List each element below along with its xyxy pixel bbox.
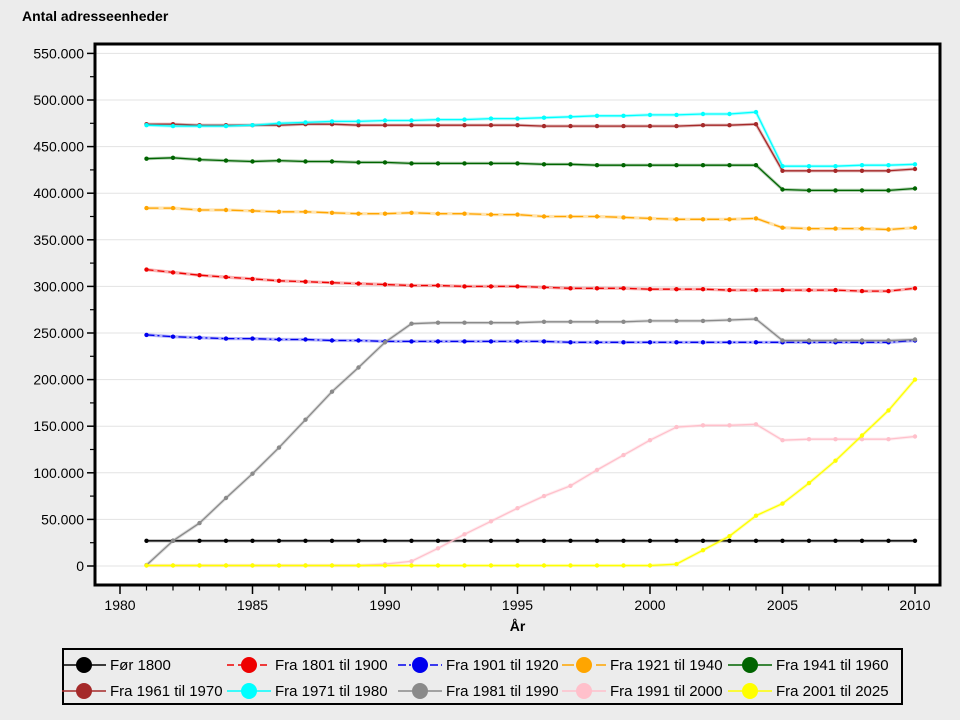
svg-text:1990: 1990 [369, 597, 400, 613]
legend-marker-icon [562, 654, 606, 676]
legend-marker-icon [398, 654, 442, 676]
svg-text:50.000: 50.000 [41, 511, 84, 527]
legend-marker-icon [562, 680, 606, 702]
svg-text:250.000: 250.000 [33, 325, 84, 341]
legend-marker-icon [62, 654, 106, 676]
svg-text:350.000: 350.000 [33, 232, 84, 248]
svg-text:300.000: 300.000 [33, 278, 84, 294]
svg-text:1980: 1980 [104, 597, 135, 613]
svg-text:150.000: 150.000 [33, 418, 84, 434]
legend-item-fra-1901-til-1920: Fra 1901 til 1920 [398, 653, 559, 677]
line-chart: 0 50.000 100.000 150.000 200.000 250.000 300.0… [0, 0, 960, 648]
legend-item-fra-1981-til-1990: Fra 1981 til 1990 [398, 679, 559, 703]
legend-label: Fra 1981 til 1990 [446, 683, 559, 700]
legend-item-fra-1961-til-1970: Fra 1961 til 1970 [62, 679, 223, 703]
legend-label: Fra 1991 til 2000 [610, 683, 723, 700]
legend-item-fra-1941-til-1960: Fra 1941 til 1960 [728, 653, 889, 677]
legend-label: Fra 1901 til 1920 [446, 657, 559, 674]
legend-label: Fra 1941 til 1960 [776, 657, 889, 674]
legend-item-f-r-1800: Før 1800 [62, 653, 171, 677]
svg-text:1995: 1995 [502, 597, 533, 613]
x-axis: 1980 1985 1990 1995 2000 2005 2010 [104, 585, 930, 613]
legend-label: Fra 1971 til 1980 [275, 683, 388, 700]
legend-marker-icon [398, 680, 442, 702]
legend-item-fra-2001-til-2025: Fra 2001 til 2025 [728, 679, 889, 703]
legend-label: Fra 2001 til 2025 [776, 683, 889, 700]
legend-item-fra-1801-til-1900: Fra 1801 til 1900 [227, 653, 388, 677]
svg-text:1985: 1985 [237, 597, 268, 613]
legend-label: Før 1800 [110, 657, 171, 674]
legend-marker-icon [728, 680, 772, 702]
y-axis: 0 50.000 100.000 150.000 200.000 250.000 300.0… [33, 45, 95, 574]
legend-marker-icon [227, 654, 271, 676]
legend-label: Fra 1961 til 1970 [110, 683, 223, 700]
report-page: Antal adresseenheder 050.000100.000150.0… [0, 0, 960, 720]
svg-text:450.000: 450.000 [33, 139, 84, 155]
chart-legend: Før 1800 Fra 1801 til 1900 Fra 1901 til 19… [62, 648, 903, 705]
legend-marker-icon [728, 654, 772, 676]
svg-text:200.000: 200.000 [33, 372, 84, 388]
legend-marker-icon [62, 680, 106, 702]
legend-item-fra-1991-til-2000: Fra 1991 til 2000 [562, 679, 723, 703]
x-axis-title: År [95, 618, 940, 634]
legend-marker-icon [227, 680, 271, 702]
svg-text:500.000: 500.000 [33, 92, 84, 108]
legend-item-fra-1921-til-1940: Fra 1921 til 1940 [562, 653, 723, 677]
legend-label: Fra 1921 til 1940 [610, 657, 723, 674]
svg-text:100.000: 100.000 [33, 465, 84, 481]
svg-text:2010: 2010 [899, 597, 930, 613]
svg-text:0: 0 [76, 558, 84, 574]
svg-text:2005: 2005 [767, 597, 798, 613]
legend-item-fra-1971-til-1980: Fra 1971 til 1980 [227, 679, 388, 703]
series-f-r-1800 [144, 539, 917, 543]
svg-text:550.000: 550.000 [33, 45, 84, 61]
legend-label: Fra 1801 til 1900 [275, 657, 388, 674]
svg-text:2000: 2000 [634, 597, 665, 613]
svg-text:400.000: 400.000 [33, 185, 84, 201]
